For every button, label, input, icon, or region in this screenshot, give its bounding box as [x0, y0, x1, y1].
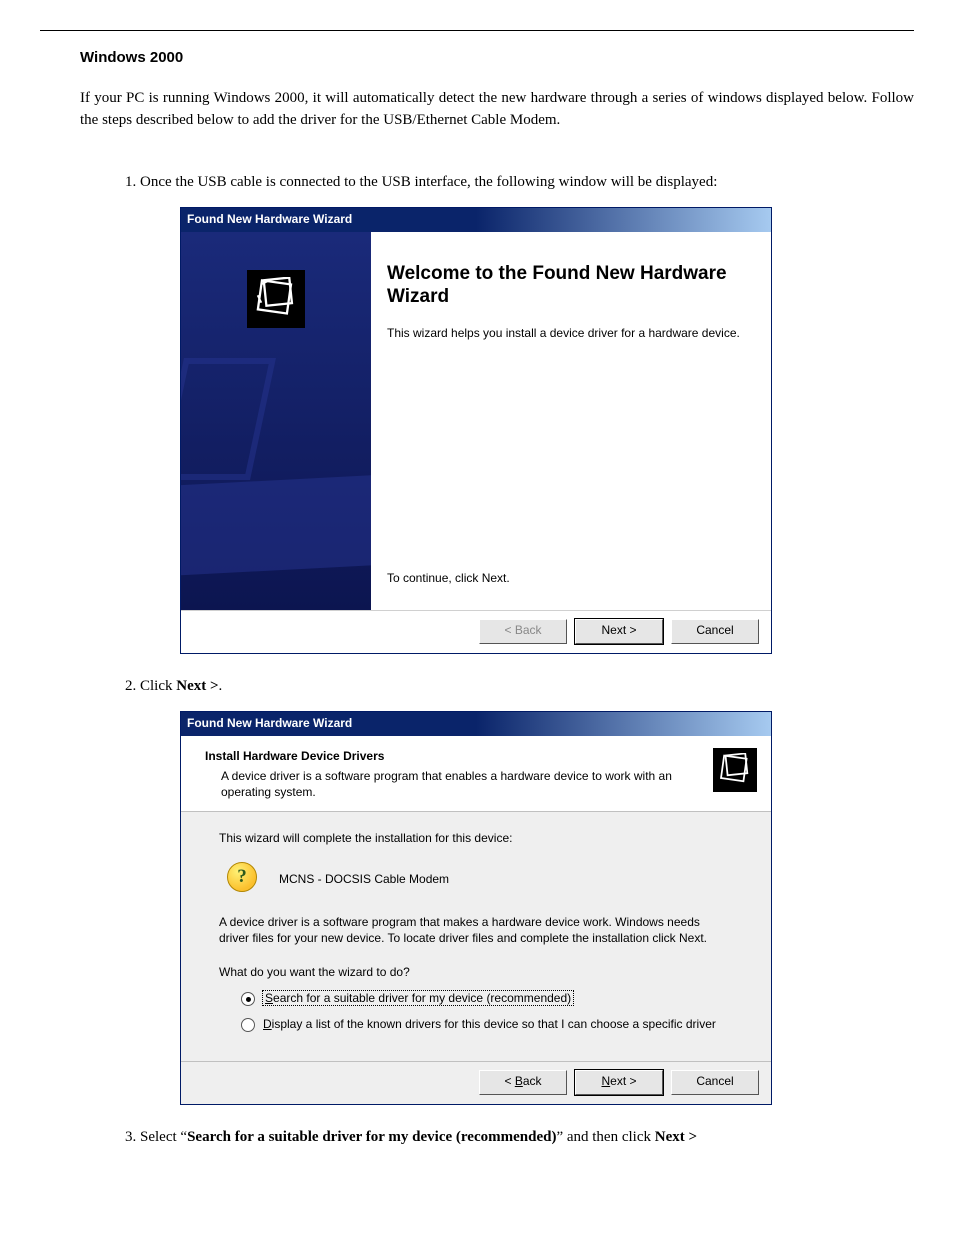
step-3-bold: Search for a suitable driver for my devi…	[187, 1129, 556, 1145]
dialog1-titlebar: Found New Hardware Wizard	[181, 208, 771, 231]
dialog2-complete-text: This wizard will complete the installati…	[219, 830, 733, 846]
wizard-dialog-2: Found New Hardware Wizard Install Hardwa…	[180, 711, 772, 1104]
back-button: < Back	[479, 619, 567, 644]
hardware-wizard-icon	[713, 748, 757, 792]
dialog2-titlebar: Found New Hardware Wizard	[181, 712, 771, 735]
step-3-bold2: Next >	[655, 1129, 697, 1145]
step-2: Click Next >. Found New Hardware Wizard …	[140, 676, 914, 1105]
back-button[interactable]: < Back	[479, 1070, 567, 1095]
dialog1-welcome-heading: Welcome to the Found New Hardware Wizard	[387, 262, 755, 310]
device-name: MCNS - DOCSIS Cable Modem	[279, 871, 449, 887]
steps-list: Once the USB cable is connected to the U…	[100, 172, 914, 1149]
dialog1-description: This wizard helps you install a device d…	[387, 325, 755, 341]
section-title: Windows 2000	[80, 49, 914, 66]
step-3-mid: ” and then click	[556, 1129, 654, 1145]
step-2-pre: Click	[140, 678, 176, 694]
step-2-post: .	[219, 678, 223, 694]
radio-search-suitable-driver[interactable]: Search for a suitable driver for my devi…	[241, 990, 733, 1006]
step-1-text: Once the USB cable is connected to the U…	[140, 174, 717, 190]
dialog2-explain-text: A device driver is a software program th…	[219, 914, 733, 946]
radio-indicator	[241, 1018, 255, 1032]
radio1-accel: S	[265, 991, 273, 1005]
radio1-label: earch for a suitable driver for my devic…	[273, 991, 571, 1005]
dialog2-header-title: Install Hardware Device Drivers	[205, 748, 703, 765]
cancel-button[interactable]: Cancel	[671, 1070, 759, 1095]
step-3: Select “Search for a suitable driver for…	[140, 1127, 914, 1149]
intro-paragraph: If your PC is running Windows 2000, it w…	[80, 88, 914, 132]
radio2-accel: D	[263, 1017, 272, 1031]
step-3-pre: Select “	[140, 1129, 187, 1145]
page-top-rule	[40, 30, 914, 31]
hardware-wizard-icon	[247, 270, 305, 328]
radio-indicator	[241, 992, 255, 1006]
dialog2-question: What do you want the wizard to do?	[219, 964, 733, 980]
radio2-label: isplay a list of the known drivers for t…	[272, 1017, 716, 1031]
dialog1-continue-text: To continue, click Next.	[387, 570, 755, 587]
radio-display-driver-list[interactable]: Display a list of the known drivers for …	[241, 1016, 733, 1032]
cancel-button[interactable]: Cancel	[671, 619, 759, 644]
unknown-device-icon: ?	[227, 862, 261, 896]
dialog1-sidebar	[181, 232, 371, 610]
radio-group: Search for a suitable driver for my devi…	[241, 990, 733, 1032]
next-button[interactable]: Next >	[575, 619, 663, 644]
step-2-bold: Next >	[176, 678, 218, 694]
wizard-dialog-1: Found New Hardware Wizard	[180, 207, 772, 653]
step-1: Once the USB cable is connected to the U…	[140, 172, 914, 654]
dialog2-header-subtitle: A device driver is a software program th…	[221, 768, 703, 800]
next-button[interactable]: Next >	[575, 1070, 663, 1095]
